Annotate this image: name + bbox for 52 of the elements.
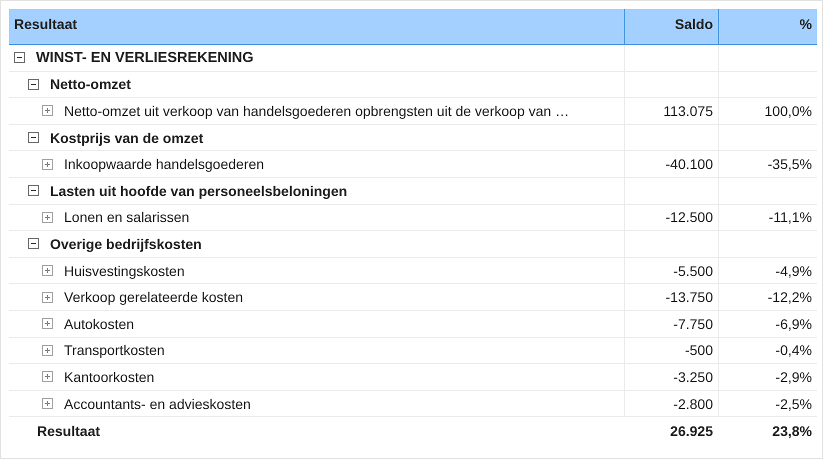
row-label: Kostprijs van de omzet [50,130,204,146]
expand-icon[interactable] [42,398,53,410]
expand-icon[interactable] [42,265,53,276]
table-cell: -500 [624,338,718,364]
row-label: Netto-omzet [50,76,131,92]
row-label: Autokosten [64,316,134,332]
table-cell: -2,9% [718,364,817,391]
table-cell: -3.250 [624,364,718,391]
table-cell: -0,4% [718,338,817,364]
total-label: Resultaat [37,422,100,439]
column-header[interactable]: Saldo [624,9,718,45]
row-label: Kantoorkosten [64,368,154,385]
table-cell: -5.500 [624,258,718,284]
collapse-icon[interactable] [14,52,25,64]
table-cell: -35,5% [718,151,817,178]
table-cell: -7.750 [624,310,718,338]
table-cell: -2.800 [624,390,718,418]
table-cell: -12.500 [624,204,718,232]
expand-icon[interactable] [42,318,53,330]
column-header[interactable]: Resultaat [9,9,624,45]
expand-icon[interactable] [42,371,53,382]
table-cell: -2,5% [718,390,817,418]
table-cell: -4,9% [718,258,817,284]
table-cell: -13.750 [624,284,718,311]
table-cell: -12,2% [718,284,817,311]
total-cell-text: 26.925 [669,422,714,441]
expand-icon[interactable] [42,344,53,356]
row-label: Lasten uit hoofde van personeelsbeloningen [50,182,348,199]
row-label: Verkoop gerelateerde kosten [64,289,244,306]
row-label: Transportkosten [64,342,165,358]
row-label: Inkoopwaarde handelsgoederen [64,156,264,172]
table-cell: -11,1% [718,204,817,232]
row-label: Lonen en salarissen [64,209,190,226]
collapse-icon[interactable] [28,185,39,196]
expand-icon[interactable] [42,158,53,170]
expand-icon[interactable] [42,212,53,223]
table-cell: 100,0% [718,98,817,125]
collapse-icon[interactable] [28,78,39,90]
table-cell: -6,9% [718,310,817,338]
table-cell: 113.075 [624,98,718,125]
row-label: Netto-omzet uit verkoop van handelsgoederen opbrengsten uit de verkoop van … [64,102,570,119]
table-cell: -40.100 [624,151,718,178]
expand-icon[interactable] [42,105,53,116]
row-label: Overige bedrijfskosten [50,236,202,252]
collapse-icon[interactable] [28,238,39,250]
collapse-icon[interactable] [28,132,39,144]
row-label: Huisvestingskosten [64,262,185,279]
expand-icon[interactable] [42,292,53,303]
column-header[interactable]: % [718,9,817,45]
row-label: Accountants- en advieskosten [64,396,251,412]
total-cell-text: 23,8% [771,422,813,441]
row-label: WINST- EN VERLIESREKENING [36,50,254,66]
